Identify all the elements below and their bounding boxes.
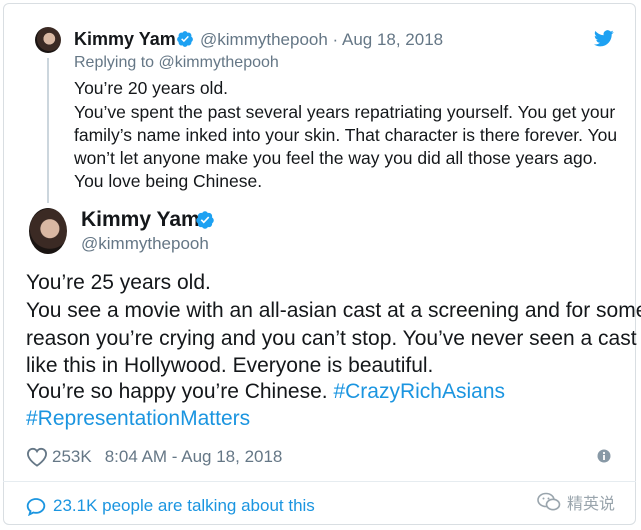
info-icon[interactable] bbox=[597, 449, 611, 463]
heart-icon[interactable] bbox=[26, 447, 48, 467]
quoted-text-line: You’ve spent the past several years repa… bbox=[74, 102, 616, 122]
author-name[interactable]: Kimmy Yam bbox=[74, 29, 176, 50]
tweet-text-line: like this in Hollywood. Everyone is beau… bbox=[26, 354, 434, 377]
quoted-text-line: won’t let anyone make you feel the way y… bbox=[74, 148, 598, 168]
replying-to[interactable]: Replying to @kimmythepooh bbox=[74, 54, 279, 72]
tweet-text-line: You’re 25 years old. bbox=[26, 271, 211, 294]
timestamp[interactable]: 8:04 AM - Aug 18, 2018 bbox=[105, 447, 283, 467]
conversation-text[interactable]: 23.1K people are talking about this bbox=[53, 496, 315, 516]
tweet-text-fragment: You’re so happy you’re Chinese. bbox=[26, 380, 334, 403]
like-count[interactable]: 253K bbox=[52, 447, 92, 467]
watermark-text: 精英说 bbox=[567, 496, 616, 513]
watermark: 精英说 bbox=[537, 490, 615, 514]
thread-line bbox=[47, 58, 49, 203]
quoted-text-line: family’s name inked into your skin. That… bbox=[74, 125, 618, 145]
quoted-text-line: You’re 20 years old. bbox=[74, 78, 229, 98]
tweet-meta: 253K 8:04 AM - Aug 18, 2018 bbox=[26, 447, 282, 467]
avatar[interactable] bbox=[29, 208, 67, 254]
hashtag-link[interactable]: #CrazyRichAsians bbox=[333, 380, 505, 403]
tweet-text-line: reason you’re crying and you can’t stop.… bbox=[26, 327, 637, 350]
tweet-text-line: You see a movie with an all-asian cast a… bbox=[26, 299, 641, 322]
author-handle[interactable]: @kimmythepooh bbox=[81, 234, 209, 254]
speech-bubble-icon bbox=[26, 497, 46, 516]
verified-badge-icon bbox=[177, 31, 193, 47]
verified-badge-icon bbox=[196, 211, 214, 229]
twitter-bird-icon[interactable] bbox=[594, 30, 614, 47]
avatar[interactable] bbox=[35, 27, 61, 53]
author-name[interactable]: Kimmy Yam bbox=[81, 208, 200, 232]
hashtag-link[interactable]: #RepresentationMatters bbox=[26, 405, 250, 433]
conversation-link[interactable]: 23.1K people are talking about this bbox=[26, 496, 315, 516]
divider bbox=[3, 481, 636, 482]
quoted-text-line: You love being Chinese. bbox=[74, 171, 263, 191]
tweet-text-line: You’re so happy you’re Chinese. #CrazyRi… bbox=[26, 378, 505, 406]
author-handle-date[interactable]: @kimmythepooh · Aug 18, 2018 bbox=[200, 30, 443, 50]
wechat-icon bbox=[537, 492, 561, 511]
